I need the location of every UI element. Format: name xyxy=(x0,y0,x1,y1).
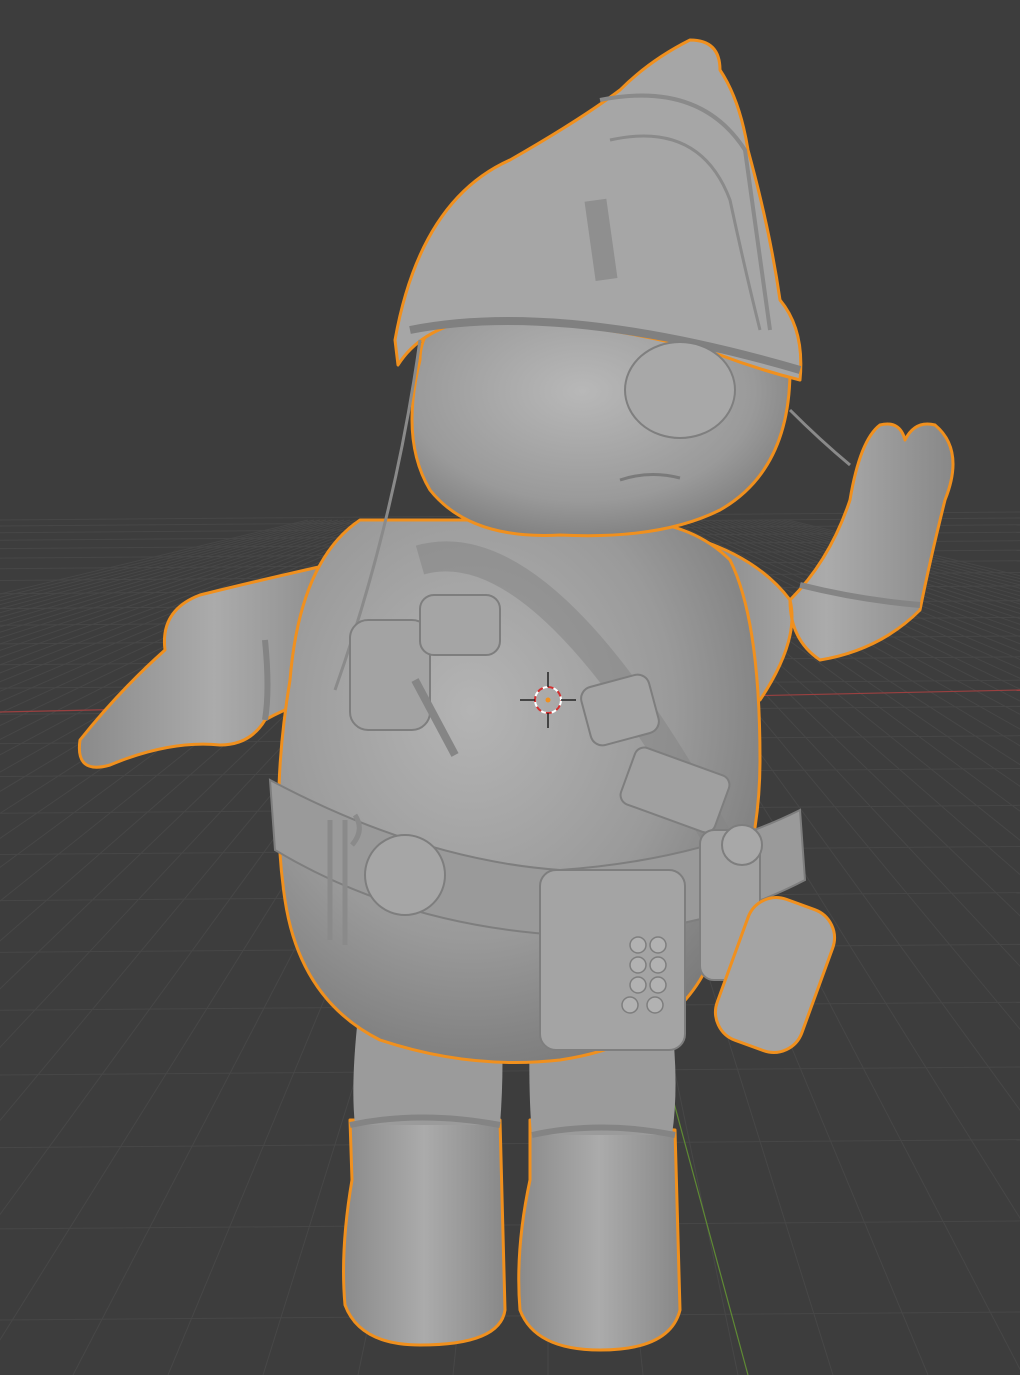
grid-line xyxy=(0,1139,1020,1149)
left-boot xyxy=(342,1118,507,1347)
chest-pouch-left xyxy=(349,619,431,731)
nose xyxy=(624,341,736,439)
3d-viewport[interactable] xyxy=(0,0,1020,1375)
sleeve-cuff-left xyxy=(262,639,271,721)
grid-line xyxy=(0,1311,1020,1321)
character-model[interactable] xyxy=(77,38,955,1352)
chest-pouch-small xyxy=(419,594,501,656)
belt-round-pouch xyxy=(364,834,446,916)
grid-line xyxy=(0,1066,1020,1076)
right-boot xyxy=(517,1118,682,1352)
